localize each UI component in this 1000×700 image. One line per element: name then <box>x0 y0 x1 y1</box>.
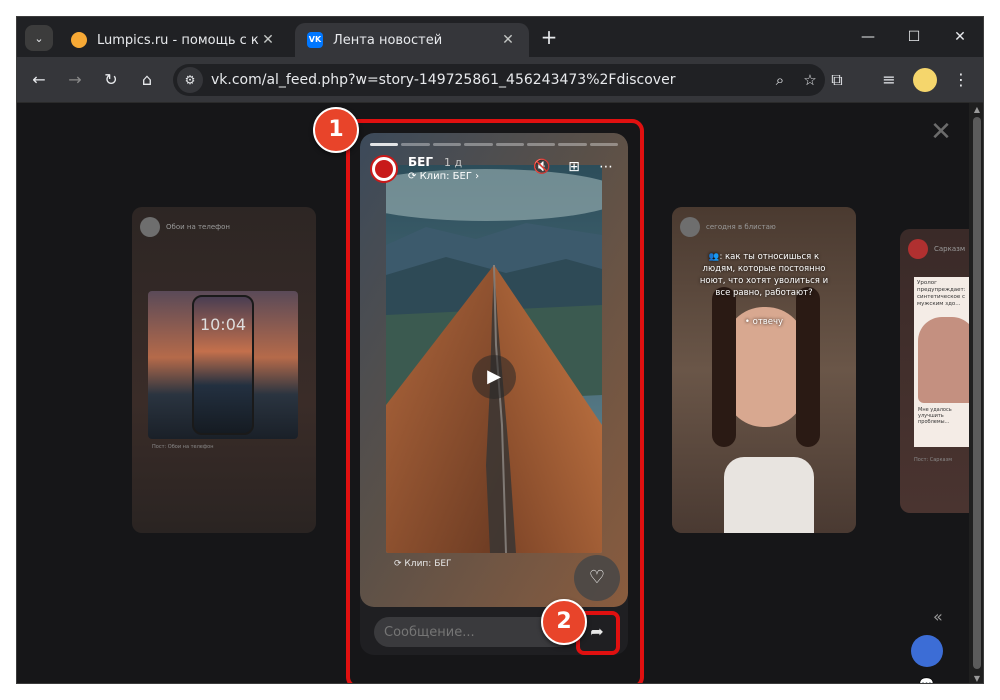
clip-label: Пост: Сарказм <box>914 457 952 463</box>
story-preview-header: Обои на телефон <box>140 217 230 237</box>
annotation-badge-2: 2 <box>541 599 587 645</box>
vk-favicon-icon: VK <box>307 32 323 48</box>
hair-shape <box>712 287 736 447</box>
scrollbar-thumb[interactable] <box>973 117 981 669</box>
shirt-shape <box>724 457 814 533</box>
scroll-down-icon[interactable]: ▼ <box>969 674 983 683</box>
tab-title: Lumpics.ru - помощь с компьютером <box>97 32 259 48</box>
forward-arrow-icon: → <box>68 70 82 89</box>
story-preview-header: Сарказм <box>908 239 965 259</box>
phone-clock: 10:04 <box>199 315 247 334</box>
tab-bar: ⌄ Lumpics.ru - помощь с компьютером ✕ VK… <box>17 17 983 57</box>
story-preview-right[interactable]: сегодня в блистаю 👥: как ты относишься к… <box>672 207 856 533</box>
browser-window: ⌄ Lumpics.ru - помощь с компьютером ✕ VK… <box>16 16 984 684</box>
story-caption: 👥: как ты относишься к людям, которые по… <box>699 252 829 298</box>
vk-assistant-button[interactable] <box>911 635 943 667</box>
minimize-icon: — <box>861 29 875 45</box>
story-viewer: ✕ Обои на телефон 10:04 Пост: Обои на те… <box>17 103 983 683</box>
story-preview-far-right[interactable]: Сарказм Уролог предупреждает: синтетичес… <box>900 229 980 513</box>
reload-button[interactable]: ↻ <box>97 66 125 94</box>
browser-toolbar: ← → ↻ ⌂ ⚙ vk.com/al_feed.php?w=story-149… <box>17 57 983 103</box>
close-tab-icon[interactable]: ✕ <box>259 32 277 48</box>
tab-search-button[interactable]: ⌄ <box>25 25 53 51</box>
annotation-badge-1: 1 <box>313 107 359 153</box>
home-button[interactable]: ⌂ <box>133 66 161 94</box>
lumpics-favicon-icon <box>71 32 87 48</box>
magnifier-icon[interactable]: ⌕ <box>765 71 795 89</box>
star-icon[interactable]: ☆ <box>795 71 825 89</box>
puzzle-icon: ⧉ <box>831 70 843 89</box>
tab-vk-feed[interactable]: VK Лента новостей ✕ <box>295 23 529 57</box>
vertical-scrollbar[interactable]: ▲ ▼ <box>969 103 983 683</box>
forward-button[interactable]: → <box>61 66 89 94</box>
close-icon: ✕ <box>954 29 966 45</box>
profile-avatar[interactable] <box>913 68 937 92</box>
media-control-button[interactable]: ≡ <box>875 66 903 94</box>
ad-bottom-text: Мне удалось улучшить проблемы... <box>918 407 952 425</box>
minimize-button[interactable]: — <box>845 25 891 49</box>
reload-icon: ↻ <box>104 70 118 89</box>
maximize-button[interactable]: ☐ <box>891 25 937 49</box>
author-name: Сарказм <box>934 245 966 253</box>
maximize-icon: ☐ <box>907 29 921 45</box>
double-chevron-left-icon: « <box>933 607 943 626</box>
close-icon: ✕ <box>930 117 952 147</box>
kebab-menu-icon: ⋮ <box>953 70 969 89</box>
scroll-up-icon[interactable]: ▲ <box>969 105 983 114</box>
collapse-panel-button[interactable]: « <box>933 607 943 626</box>
tune-icon[interactable]: ⚙ <box>177 67 203 93</box>
chrome-menu-button[interactable]: ⋮ <box>947 66 975 94</box>
url-text[interactable]: vk.com/al_feed.php?w=story-149725861_456… <box>211 72 765 88</box>
avatar <box>680 217 700 237</box>
hair-shape <box>796 287 820 447</box>
wallpaper-photo: 10:04 <box>148 291 298 439</box>
phone-mockup: 10:04 <box>192 295 254 435</box>
back-button[interactable]: ← <box>25 66 53 94</box>
highlight-frame-story <box>346 119 644 683</box>
chevron-down-icon: ⌄ <box>34 31 44 45</box>
story-subcaption: • отвечу <box>744 317 784 327</box>
chat-icon[interactable]: 💬 <box>919 677 934 683</box>
ad-photo <box>918 317 976 403</box>
address-bar[interactable]: ⚙ vk.com/al_feed.php?w=story-149725861_4… <box>173 64 825 96</box>
avatar <box>908 239 928 259</box>
extensions-button[interactable]: ⧉ <box>823 66 851 94</box>
clip-label: Пост: Обои на телефон <box>152 444 214 450</box>
author-name: сегодня в блистаю <box>706 223 776 231</box>
avatar <box>140 217 160 237</box>
home-icon: ⌂ <box>141 70 153 89</box>
author-name: Обои на телефон <box>166 223 230 231</box>
media-queue-icon: ≡ <box>882 70 896 89</box>
story-preview-header: сегодня в блистаю <box>680 217 776 237</box>
back-arrow-icon: ← <box>32 70 46 89</box>
tab-title: Лента новостей <box>333 32 443 48</box>
close-tab-icon[interactable]: ✕ <box>499 32 517 48</box>
tab-lumpics[interactable]: Lumpics.ru - помощь с компьютером ✕ <box>59 23 289 57</box>
new-tab-button[interactable]: + <box>537 26 561 50</box>
close-viewer-button[interactable]: ✕ <box>927 119 955 147</box>
close-window-button[interactable]: ✕ <box>937 25 983 49</box>
plus-icon: + <box>540 25 558 49</box>
story-preview-left[interactable]: Обои на телефон 10:04 Пост: Обои на теле… <box>132 207 316 533</box>
